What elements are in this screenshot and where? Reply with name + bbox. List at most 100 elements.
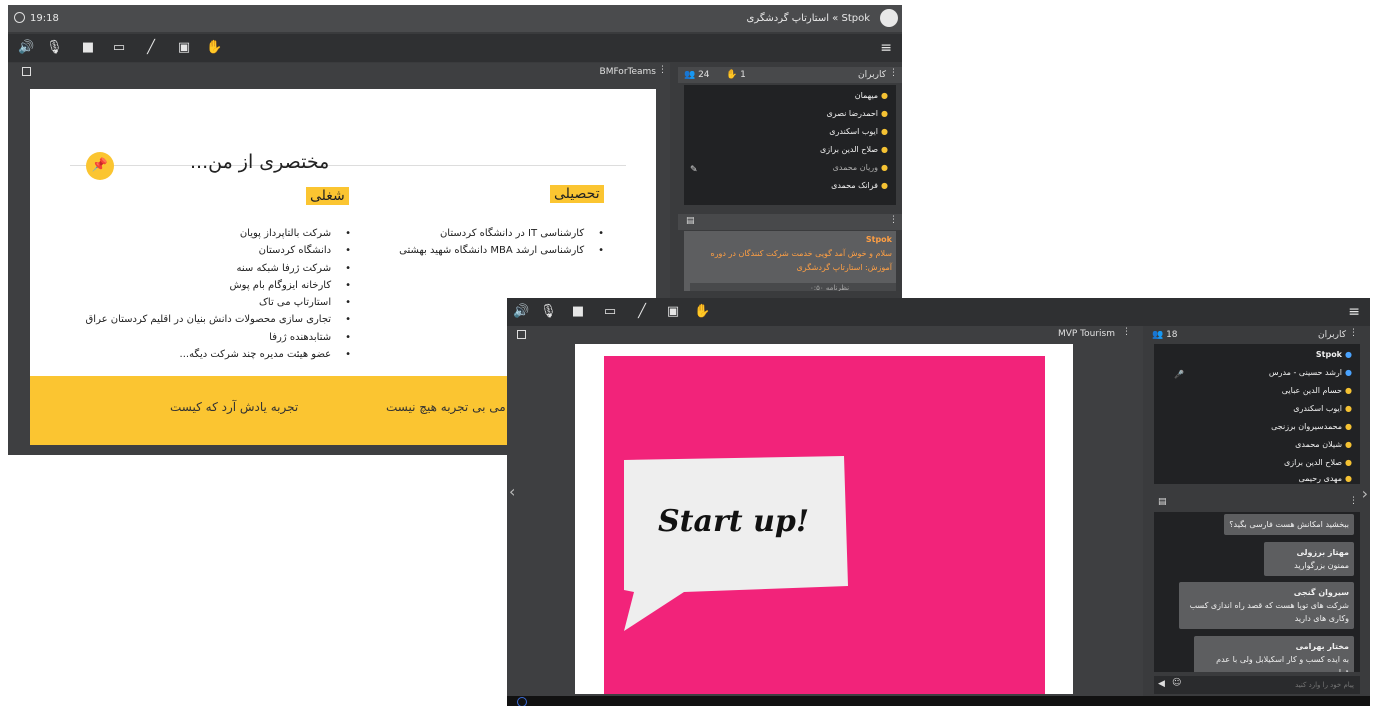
presentation-icon[interactable]: ▣ <box>176 40 192 56</box>
footer-quote-left: تجربه یادش آرد که کیست <box>170 400 299 414</box>
emoji-icon[interactable]: ☺ <box>1172 678 1181 688</box>
clock-icon <box>14 12 25 23</box>
options-icon[interactable]: ⋮ <box>1349 496 1358 506</box>
slide-title: مختصری از من... <box>190 151 330 173</box>
speaker-icon[interactable]: 🔊 <box>513 304 529 320</box>
chat-message: ببخشید امکانش هست فارسی بگید؟ <box>1224 514 1354 535</box>
presentation-icon[interactable]: ▣ <box>665 304 681 320</box>
users-title: کاربران <box>1318 330 1346 340</box>
users-icon: 👥 <box>1152 330 1167 340</box>
chat-sender: مهتاز برزولی <box>1296 548 1349 557</box>
user-icon: ● <box>881 145 888 154</box>
user-item[interactable]: ●ایوب اسکندری <box>1293 402 1352 416</box>
chat-message-text: ممنون بزرگوارید <box>1294 561 1349 570</box>
user-icon: ● <box>1345 474 1352 483</box>
user-item[interactable]: ●ایوب اسکندری <box>829 125 888 139</box>
user-name: محمدسیروان برزنجی <box>1271 422 1343 431</box>
user-icon: ● <box>1345 368 1352 377</box>
presenter-name: BMForTeams <box>599 67 656 77</box>
user-icon: ● <box>881 127 888 136</box>
toolbar: 🔊 🎙 ■ ▭ ╱ ▣ ✋ ≡ <box>8 34 902 62</box>
raise-hand-icon[interactable]: ✋ <box>694 304 710 320</box>
pen-icon[interactable]: ╱ <box>143 40 159 56</box>
top-bar: 19:18 Stpok » استارتاپ گردشگری <box>8 5 902 32</box>
users-list: 🎤 ●Stpok ●ارشد حسینی - مدرس ●حسام الدین … <box>1154 344 1360 484</box>
user-item[interactable]: ●ارشد حسینی - مدرس <box>1269 366 1352 380</box>
chat-messages: ببخشید امکانش هست فارسی بگید؟ مهتاز برزو… <box>1154 512 1360 672</box>
user-icon: ● <box>1345 458 1352 467</box>
list-item: تجاری سازی محصولات دانش بنیان در اقلیم ک… <box>86 311 351 328</box>
screen-share-icon[interactable]: ▭ <box>111 40 127 56</box>
options-icon[interactable]: ⋮ <box>658 65 667 75</box>
users-panel-header: 👥 24 ✋ 1 کاربران ⋮ <box>678 67 902 83</box>
chat-icon: ▤ <box>1158 497 1167 507</box>
user-name: صلاح الدین برازی <box>820 145 879 154</box>
slide-photo: Start up! <box>604 356 1045 694</box>
user-icon: ● <box>1345 404 1352 413</box>
prev-slide-icon[interactable]: ‹ <box>509 482 515 501</box>
user-item[interactable]: ●فرانک محمدی <box>831 179 888 193</box>
users-count: 👥 18 <box>1152 328 1178 342</box>
menu-icon[interactable]: ≡ <box>1348 305 1360 319</box>
breadcrumb: Stpok » استارتاپ گردشگری <box>746 13 870 24</box>
user-item[interactable]: ●مهدی رحیمی <box>1299 472 1352 486</box>
user-item[interactable]: ●محمدسیروان برزنجی <box>1271 420 1352 434</box>
chat-input[interactable] <box>1202 678 1356 692</box>
user-item[interactable]: ●صلاح الدین برازی <box>1284 456 1352 470</box>
list-item: شتابدهنده ژرفا <box>86 329 351 346</box>
user-item[interactable]: ●احمدرضا نصری <box>827 107 888 121</box>
user-icon: ● <box>881 163 888 172</box>
options-icon[interactable]: ⋮ <box>889 215 898 225</box>
user-icon: ● <box>881 91 888 100</box>
options-icon[interactable]: ⋮ <box>1122 327 1131 337</box>
chat-footer: ۰:۵۰ نظرنامه <box>690 283 896 291</box>
chat-panel-header: ▤ ⋮ <box>678 214 902 230</box>
next-slide-icon[interactable]: › <box>1362 484 1368 503</box>
menu-icon[interactable]: ≡ <box>880 41 892 55</box>
options-icon[interactable]: ⋮ <box>889 68 898 78</box>
camera-icon[interactable]: ■ <box>570 304 586 320</box>
avatar-icon[interactable] <box>880 9 898 27</box>
col-right-list: کارشناسی IT در دانشگاه کردستان کارشناسی … <box>399 225 604 260</box>
meeting-window-2: 🔊 🎙 ■ ▭ ╱ ▣ ✋ ≡ MVP Tourism ⋮ ‹ Start up… <box>507 298 1370 706</box>
user-name: مهدی رحیمی <box>1298 474 1343 483</box>
chat-sender: مختار بهرامی <box>1295 642 1349 651</box>
minimize-icon[interactable] <box>517 330 526 339</box>
users-title: کاربران <box>858 70 886 80</box>
user-item[interactable]: ●وریان محمدی <box>833 161 888 175</box>
user-icon: ● <box>881 109 888 118</box>
camera-icon[interactable]: ■ <box>80 40 96 56</box>
user-item[interactable]: ●حسام الدین عبایی <box>1282 384 1352 398</box>
raise-hand-icon[interactable]: ✋ <box>206 40 222 56</box>
user-name: ایوب اسکندری <box>1293 404 1343 413</box>
speaker-icon[interactable]: 🔊 <box>18 40 34 56</box>
mic-muted-icon[interactable]: 🎙 <box>540 304 557 320</box>
chat-panel-header: ▤ ⋮ <box>1150 496 1360 510</box>
list-item: کارشناسی ارشد MBA دانشگاه شهید بهشتی <box>399 242 604 259</box>
mic-muted-icon[interactable]: 🎙 <box>46 40 63 56</box>
send-icon[interactable]: ◀ <box>1158 679 1165 689</box>
user-name: Stpok <box>1315 350 1343 359</box>
user-item[interactable]: ●صلاح الدین برازی <box>820 143 888 157</box>
minimize-icon[interactable] <box>22 67 31 76</box>
col-right-title: تحصیلی <box>550 185 604 203</box>
slide-card-text: Start up! <box>658 504 810 539</box>
pen-icon: ✎ <box>690 165 698 175</box>
chat-input-bar: ◀ ☺ <box>1154 676 1360 694</box>
user-icon: ● <box>1345 350 1352 359</box>
chat-message: مختار بهرامی به ایده کسب و کار اسکیلابل … <box>1194 636 1354 672</box>
user-name: وریان محمدی <box>832 163 879 172</box>
chat-message: سلام و خوش آمد گویی خدمت شرکت کنندگان در… <box>710 249 893 272</box>
footer-quote-right: می بی تجربه هیچ نیست <box>386 400 506 414</box>
user-item[interactable]: ●Stpok <box>1316 348 1352 362</box>
pen-icon[interactable]: ╱ <box>634 304 650 320</box>
user-icon: ● <box>1345 422 1352 431</box>
chat-message-text: شرکت های توپا هست که قصد راه اندازی کسب … <box>1189 601 1349 623</box>
hands-count: ✋ 1 <box>726 68 746 82</box>
user-item[interactable]: ●میهمان <box>855 89 888 103</box>
mic-icon: 🎤 <box>1174 370 1184 379</box>
bottom-bar <box>507 696 1370 706</box>
user-item[interactable]: ●شیلان محمدی <box>1295 438 1352 452</box>
screen-share-icon[interactable]: ▭ <box>602 304 618 320</box>
options-icon[interactable]: ⋮ <box>1349 328 1358 338</box>
